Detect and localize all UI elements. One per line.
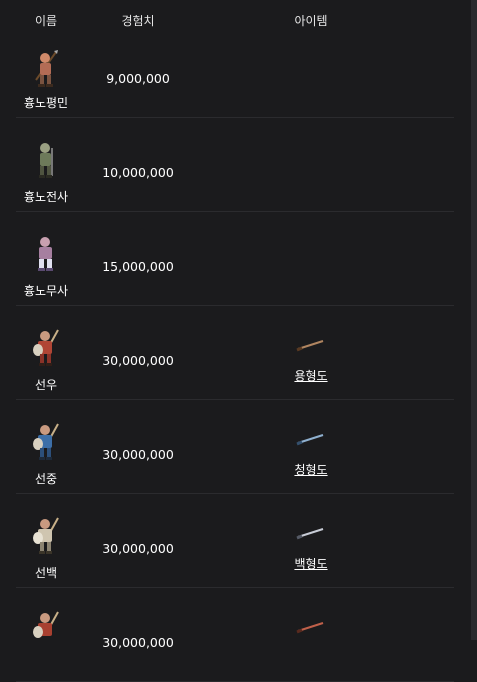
table-row: 30,000,000 [16,588,454,682]
table-row: 선중 30,000,000 청형도 [16,400,454,494]
item-link[interactable]: 청형도 [294,461,327,478]
monster-name: 흉노평민 [23,96,69,110]
header-name: 이름 [34,14,58,28]
monster-exp: 15,000,000 [102,259,174,274]
monster-name: 선우 [34,378,58,392]
martial-sprite-icon [38,237,53,271]
monster-exp: 9,000,000 [106,71,170,86]
table-row: 흉노평민 9,000,000 [16,38,454,118]
monster-name: 선백 [34,566,58,580]
chieftain-white-sprite-icon [33,517,59,554]
item-link[interactable]: 용형도 [294,367,327,384]
monster-exp: 10,000,000 [102,165,174,180]
table-row: 흉노무사 15,000,000 [16,212,454,306]
white-sword-icon [296,528,324,540]
table-row: 선백 30,000,000 백형도 [16,494,454,588]
monster-name: 선중 [34,472,58,486]
item-link[interactable]: 백형도 [294,555,327,572]
table-row: 선우 30,000,000 용형도 [16,306,454,400]
scrollbar[interactable] [471,0,477,640]
monster-exp: 30,000,000 [102,447,174,462]
warrior-sprite-icon [39,143,53,178]
header-item: 아이템 [294,14,328,28]
monster-name: 흉노전사 [23,190,69,204]
monster-exp: 30,000,000 [102,541,174,556]
monster-exp: 30,000,000 [102,635,174,650]
chieftain-red-sprite-icon [33,329,59,366]
header-exp: 경험치 [121,14,155,28]
peasant-sprite-icon [35,50,58,87]
table-header: 이름 경험치 아이템 [16,0,454,38]
bronze-sword-icon [296,340,324,352]
monster-name: 흉노무사 [23,284,69,298]
chieftain-red-sprite-icon [33,611,59,638]
monster-exp: 30,000,000 [102,353,174,368]
table-row: 흉노전사 10,000,000 [16,118,454,212]
blue-sword-icon [296,434,324,446]
chieftain-blue-sprite-icon [33,423,59,460]
monster-table: 이름 경험치 아이템 흉노평민 9,000,000 흉노전사 10,000,00… [16,0,454,682]
red-sword-icon [296,622,324,634]
